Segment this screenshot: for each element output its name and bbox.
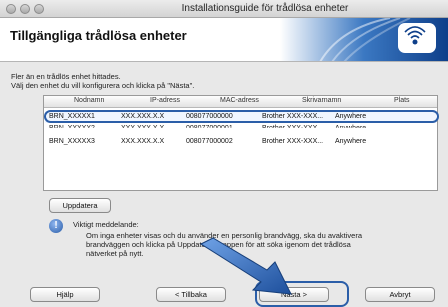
instructions-line-1: Fler än en trådlös enhet hittades. — [11, 72, 121, 81]
column-header-ip[interactable]: IP-adress — [150, 97, 180, 104]
cell-mac-address: 008077000002 — [186, 138, 233, 145]
window-title: Installationsguide för trådlösa enheter — [181, 3, 349, 14]
title-bar: Installationsguide för trådlösa enheter — [0, 0, 448, 18]
notice-title: Viktigt meddelande: — [73, 220, 139, 229]
cell-printer-name: Brother XXX-XXX... — [262, 125, 324, 132]
column-header-location[interactable]: Plats — [394, 97, 410, 104]
update-button[interactable]: Uppdatera — [49, 198, 111, 213]
selected-row-highlight — [44, 110, 439, 123]
cell-location: Anywhere — [335, 125, 367, 132]
column-header-name[interactable]: Nodnamn — [74, 97, 104, 104]
minimize-window-button[interactable] — [20, 4, 30, 14]
table-row[interactable]: BRN_XXXXX3 XXX.XXX.X.X 008077000002 Brot… — [45, 136, 436, 148]
cell-mac-address: 008077000001 — [186, 125, 233, 132]
help-button[interactable]: Hjälp — [30, 287, 100, 302]
cell-ip-address: XXX.XXX.X.X — [121, 125, 165, 132]
cell-ip-address: XXX.XXX.X.X — [121, 138, 165, 145]
wireless-icon — [280, 18, 448, 61]
cancel-button[interactable]: Avbryt — [365, 287, 435, 302]
cell-node-name: BRN_XXXXX3 — [49, 138, 95, 145]
info-icon: ! — [49, 219, 63, 233]
instructions: Fler än en trådlös enhet hittades. Välj … — [11, 72, 194, 90]
instructions-line-2: Välj den enhet du vill konfigurera och k… — [11, 81, 195, 90]
cell-location: Anywhere — [335, 138, 367, 145]
zoom-window-button[interactable] — [34, 4, 44, 14]
table-header: Nodnamn IP-adress MAC-adress Skrivarnamn… — [44, 96, 437, 108]
cell-printer-name: Brother XXX-XXX... — [262, 138, 324, 145]
column-header-mac[interactable]: MAC-adress — [220, 97, 259, 104]
header-banner: Tillgängliga trådlösa enheter — [0, 18, 448, 62]
arrow-pointer-icon — [199, 237, 292, 295]
table-row[interactable]: BRN_XXXXX2 XXX.XXX.X.X 008077000001 Brot… — [45, 123, 436, 132]
installer-window: Installationsguide för trådlösa enheter … — [0, 0, 448, 307]
cell-node-name: BRN_XXXXX2 — [49, 125, 95, 132]
page-title: Tillgängliga trådlösa enheter — [10, 28, 187, 43]
column-header-model[interactable]: Skrivarnamn — [302, 97, 341, 104]
close-window-button[interactable] — [6, 4, 16, 14]
